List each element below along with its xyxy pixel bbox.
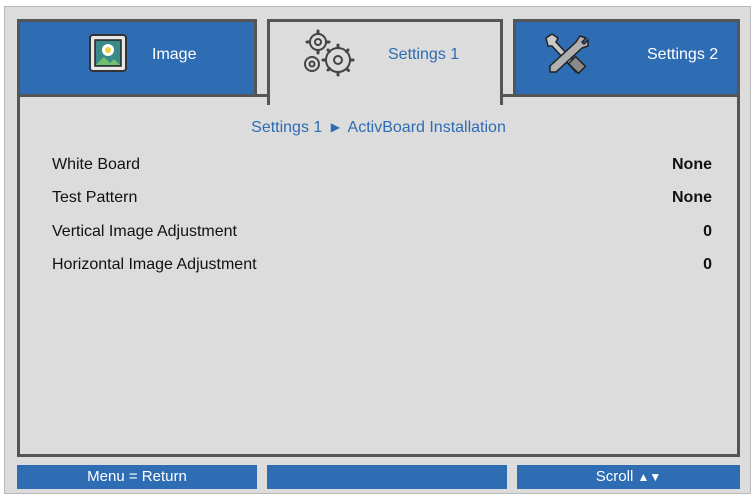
menu-return-hint: Menu = Return <box>17 465 257 489</box>
tab-image-label: Image <box>152 46 197 63</box>
tab-settings-2-label: Settings 2 <box>647 46 719 63</box>
breadcrumb-current: ActivBoard Installation <box>347 119 506 136</box>
menu-item-value: None <box>672 156 712 173</box>
osd-menu: Image Settings 1 Settings 2 Settings 1 ▶… <box>17 19 740 489</box>
scroll-hint-label: Scroll <box>595 468 634 485</box>
gears-icon <box>296 28 366 82</box>
menu-item-label: Test Pattern <box>52 189 138 206</box>
breadcrumb: Settings 1 ▶ ActivBoard Installation <box>20 119 737 137</box>
osd-frame: Image Settings 1 Settings 2 Settings 1 ▶… <box>4 6 751 494</box>
menu-item-test-pattern[interactable]: Test Pattern None <box>52 189 712 215</box>
menu-item-label: Vertical Image Adjustment <box>52 223 237 240</box>
status-bar-middle <box>267 465 507 489</box>
menu-item-value: None <box>672 189 712 206</box>
menu-item-value: 0 <box>703 256 712 273</box>
menu-item-white-board[interactable]: White Board None <box>52 156 712 182</box>
menu-item-label: Horizontal Image Adjustment <box>52 256 257 273</box>
menu-item-value: 0 <box>703 223 712 240</box>
breadcrumb-parent: Settings 1 <box>251 119 323 136</box>
triangle-right-icon: ▶ <box>330 120 340 134</box>
status-bar: Menu = Return Scroll ▲▼ <box>17 457 740 489</box>
menu-item-horizontal-image-adjustment[interactable]: Horizontal Image Adjustment 0 <box>52 256 712 282</box>
triangle-down-icon: ▼ <box>649 470 662 484</box>
menu-panel: Settings 1 ▶ ActivBoard Installation Whi… <box>17 94 740 457</box>
scroll-hint: Scroll ▲▼ <box>517 465 740 489</box>
image-icon <box>86 31 130 75</box>
tab-settings-2[interactable]: Settings 2 <box>513 19 740 94</box>
menu-item-label: White Board <box>52 156 141 173</box>
tab-image[interactable]: Image <box>17 19 257 94</box>
tab-settings-1-label: Settings 1 <box>388 46 460 63</box>
menu-item-vertical-image-adjustment[interactable]: Vertical Image Adjustment 0 <box>52 223 712 249</box>
tools-icon <box>536 30 592 78</box>
triangle-up-icon: ▲ <box>637 470 650 484</box>
tab-settings-1[interactable]: Settings 1 <box>267 19 503 105</box>
